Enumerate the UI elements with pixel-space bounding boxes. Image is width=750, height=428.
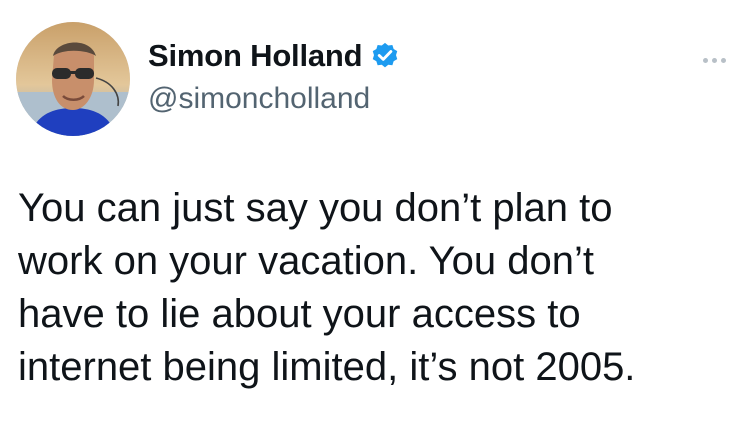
verified-badge-icon bbox=[370, 41, 400, 71]
avatar-photo bbox=[16, 22, 130, 136]
tweet-text-line: You can just say you don’t plan to bbox=[18, 186, 613, 230]
author-handle[interactable]: @simoncholland bbox=[148, 84, 370, 114]
display-name[interactable]: Simon Holland bbox=[148, 40, 363, 71]
author-name-row: Simon Holland bbox=[148, 40, 400, 71]
tweet-text-line: internet being limited, it’s not 2005. bbox=[18, 345, 636, 389]
tweet-card: Simon Holland @simoncholland You can jus… bbox=[0, 0, 750, 428]
more-options-icon bbox=[702, 57, 726, 63]
avatar[interactable] bbox=[16, 22, 130, 136]
tweet-text-line: work on your vacation. You don’t bbox=[18, 239, 594, 283]
tweet-text: You can just say you don’t plan to work … bbox=[18, 182, 738, 394]
tweet-text-line: have to lie about your access to bbox=[18, 292, 581, 336]
more-options-button[interactable] bbox=[692, 48, 736, 72]
